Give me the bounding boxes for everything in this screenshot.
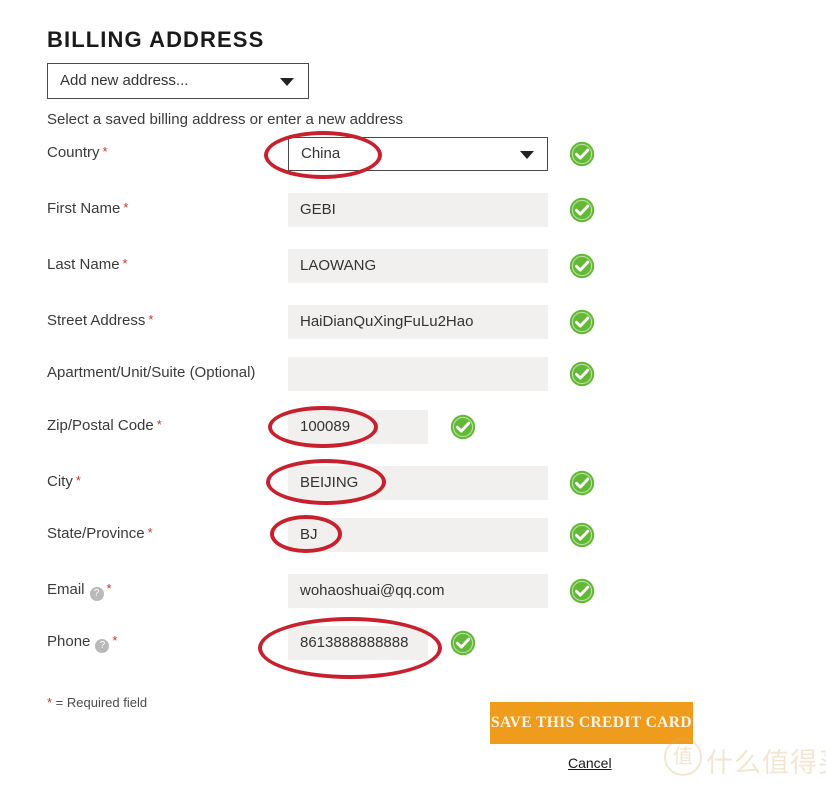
valid-check-icon-street-address [569, 309, 595, 335]
field-value-phone: 8613888888888 [300, 634, 409, 651]
form-row: Zip/Postal Code * 100089 [0, 410, 826, 444]
input-apartment-unit-suite-optional[interactable] [288, 357, 548, 391]
required-asterisk: * [156, 417, 162, 432]
input-email[interactable]: wohaoshuai@qq.com [288, 574, 548, 608]
form-row: Country * China [0, 137, 826, 171]
valid-check-icon-city [569, 470, 595, 496]
form-row: First Name * GEBI [0, 193, 826, 227]
chevron-down-icon [520, 151, 534, 159]
help-icon[interactable]: ? [95, 639, 110, 653]
required-note-text: = Required field [52, 695, 148, 710]
field-value-last-name: LAOWANG [300, 257, 377, 274]
required-asterisk: * [75, 473, 81, 488]
billing-address-helper-text: Select a saved billing address or enter … [47, 111, 404, 128]
field-value-email: wohaoshuai@qq.com [300, 582, 445, 599]
form-row: Phone? * 8613888888888 [0, 626, 826, 660]
saved-address-select[interactable]: Add new address... [47, 63, 309, 99]
field-label-first-name: First Name * [47, 200, 129, 217]
chevron-down-icon [280, 78, 294, 86]
saved-address-select-value: Add new address... [60, 72, 189, 89]
valid-check-icon-zip-postal-code [450, 414, 476, 440]
valid-check-icon-first-name [569, 197, 595, 223]
valid-check-icon-phone [450, 630, 476, 656]
required-asterisk: * [122, 256, 128, 271]
page-title: BILLING ADDRESS [47, 27, 265, 52]
input-phone[interactable]: 8613888888888 [288, 626, 428, 660]
valid-check-icon-state-province [569, 522, 595, 548]
required-field-note: * = Required field [47, 695, 147, 710]
required-asterisk: * [112, 633, 118, 648]
form-row: City * BEIJING [0, 466, 826, 500]
field-label-country: Country * [47, 144, 108, 161]
input-state-province[interactable]: BJ [288, 518, 548, 552]
field-value-state-province: BJ [300, 526, 318, 543]
field-label-last-name: Last Name * [47, 256, 128, 273]
field-label-state-province: State/Province * [47, 525, 153, 542]
field-label-city: City * [47, 473, 81, 490]
select-country[interactable]: China [288, 137, 548, 171]
input-first-name[interactable]: GEBI [288, 193, 548, 227]
field-label-apartment-unit-suite-optional: Apartment/Unit/Suite (Optional) [47, 364, 256, 381]
input-last-name[interactable]: LAOWANG [288, 249, 548, 283]
form-row: Email? * wohaoshuai@qq.com [0, 574, 826, 608]
valid-check-icon-email [569, 578, 595, 604]
form-row: Last Name * LAOWANG [0, 249, 826, 283]
help-icon[interactable]: ? [89, 587, 104, 601]
valid-check-icon-apartment-unit-suite-optional [569, 361, 595, 387]
field-label-street-address: Street Address * [47, 312, 154, 329]
required-asterisk: * [106, 581, 112, 596]
input-street-address[interactable]: HaiDianQuXingFuLu2Hao [288, 305, 548, 339]
required-asterisk: * [148, 312, 154, 327]
field-value-city: BEIJING [300, 474, 359, 491]
input-city[interactable]: BEIJING [288, 466, 548, 500]
required-asterisk: * [102, 144, 108, 159]
valid-check-icon-country [569, 141, 595, 167]
field-value-street-address: HaiDianQuXingFuLu2Hao [300, 313, 474, 330]
save-credit-card-button[interactable]: SAVE THIS CREDIT CARD [490, 702, 693, 744]
field-label-zip-postal-code: Zip/Postal Code * [47, 417, 162, 434]
cancel-link[interactable]: Cancel [568, 755, 612, 771]
required-asterisk: * [147, 525, 153, 540]
field-label-email: Email? * [47, 581, 112, 601]
valid-check-icon-last-name [569, 253, 595, 279]
field-value-first-name: GEBI [300, 201, 336, 218]
field-value-zip-postal-code: 100089 [300, 418, 351, 435]
watermark-text: 什么值得买 [706, 748, 826, 779]
form-row: Street Address * HaiDianQuXingFuLu2Hao [0, 305, 826, 339]
field-label-phone: Phone? * [47, 633, 118, 653]
required-asterisk: * [123, 200, 129, 215]
form-row: State/Province * BJ [0, 518, 826, 552]
field-value-country: China [301, 145, 341, 162]
input-zip-postal-code[interactable]: 100089 [288, 410, 428, 444]
form-row: Apartment/Unit/Suite (Optional) [0, 357, 826, 391]
